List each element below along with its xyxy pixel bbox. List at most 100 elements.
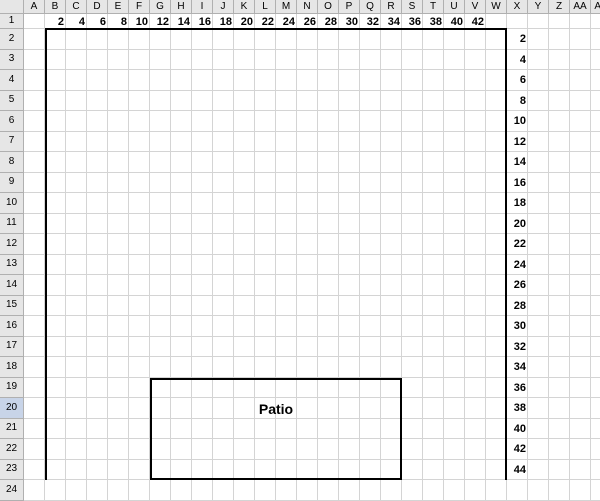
cell[interactable] [465, 378, 486, 399]
cell[interactable] [24, 152, 45, 173]
cell[interactable] [318, 337, 339, 358]
cell[interactable] [171, 29, 192, 50]
cell[interactable] [192, 460, 213, 481]
cell[interactable] [318, 275, 339, 296]
axis-top-value[interactable]: 36 [402, 14, 423, 29]
row-header[interactable]: 3 [0, 50, 24, 71]
cell[interactable] [360, 132, 381, 153]
cell[interactable] [549, 193, 570, 214]
column-header[interactable]: F [129, 0, 150, 14]
cell[interactable] [318, 70, 339, 91]
column-header[interactable]: AB [591, 0, 600, 14]
cell[interactable] [171, 316, 192, 337]
cell[interactable] [213, 255, 234, 276]
cell[interactable] [276, 419, 297, 440]
cell[interactable] [528, 29, 549, 50]
axis-right-value[interactable]: 40 [507, 419, 528, 440]
cell[interactable] [24, 111, 45, 132]
cell[interactable] [234, 193, 255, 214]
cell[interactable] [570, 255, 591, 276]
cell[interactable] [528, 357, 549, 378]
cell[interactable] [129, 255, 150, 276]
cell[interactable] [360, 29, 381, 50]
cell[interactable] [570, 29, 591, 50]
cell[interactable] [591, 357, 600, 378]
row-header[interactable]: 10 [0, 193, 24, 214]
cell[interactable] [549, 337, 570, 358]
cell[interactable] [87, 296, 108, 317]
cell[interactable] [45, 70, 66, 91]
cell[interactable] [150, 316, 171, 337]
cell[interactable] [108, 419, 129, 440]
cell[interactable] [318, 378, 339, 399]
cell[interactable] [66, 173, 87, 194]
cell[interactable] [444, 132, 465, 153]
row-header[interactable]: 9 [0, 173, 24, 194]
cell[interactable] [402, 439, 423, 460]
cell[interactable] [591, 480, 600, 501]
cell[interactable] [192, 234, 213, 255]
cell[interactable] [234, 460, 255, 481]
cell[interactable] [45, 50, 66, 71]
cell[interactable] [339, 255, 360, 276]
cell[interactable] [24, 357, 45, 378]
axis-right-value[interactable]: 18 [507, 193, 528, 214]
cell[interactable] [486, 70, 507, 91]
cell[interactable] [297, 357, 318, 378]
cell[interactable] [339, 357, 360, 378]
cell[interactable] [45, 234, 66, 255]
cell[interactable] [381, 234, 402, 255]
cell[interactable] [360, 419, 381, 440]
cell[interactable] [402, 275, 423, 296]
cell[interactable] [549, 419, 570, 440]
cell[interactable] [297, 439, 318, 460]
cell[interactable] [423, 214, 444, 235]
cell[interactable] [66, 296, 87, 317]
row-header[interactable]: 14 [0, 275, 24, 296]
cell[interactable] [444, 50, 465, 71]
cell[interactable] [129, 152, 150, 173]
cell[interactable] [402, 337, 423, 358]
cell[interactable] [318, 50, 339, 71]
cell[interactable] [276, 29, 297, 50]
cell[interactable] [339, 29, 360, 50]
cell[interactable] [444, 91, 465, 112]
cell[interactable] [570, 132, 591, 153]
cell[interactable] [234, 214, 255, 235]
cell[interactable] [381, 419, 402, 440]
cell[interactable] [444, 70, 465, 91]
cell[interactable] [24, 275, 45, 296]
cell[interactable] [570, 296, 591, 317]
axis-top-value[interactable]: 22 [255, 14, 276, 29]
cell[interactable] [234, 480, 255, 501]
row-header[interactable]: 4 [0, 70, 24, 91]
cell[interactable] [591, 275, 600, 296]
cell[interactable] [465, 193, 486, 214]
axis-right-value[interactable]: 10 [507, 111, 528, 132]
cell[interactable] [360, 316, 381, 337]
cell[interactable] [234, 275, 255, 296]
cell[interactable] [570, 337, 591, 358]
cell[interactable] [192, 152, 213, 173]
cell[interactable] [423, 91, 444, 112]
cell[interactable] [423, 193, 444, 214]
cell[interactable] [234, 173, 255, 194]
cell[interactable] [423, 480, 444, 501]
axis-right-value[interactable]: 6 [507, 70, 528, 91]
cell[interactable] [402, 214, 423, 235]
cell[interactable] [24, 316, 45, 337]
cell[interactable] [591, 70, 600, 91]
cell[interactable] [108, 296, 129, 317]
cell[interactable] [318, 296, 339, 317]
cell[interactable] [108, 439, 129, 460]
cell[interactable] [444, 214, 465, 235]
cell[interactable] [528, 255, 549, 276]
cell[interactable] [45, 152, 66, 173]
cell[interactable] [570, 378, 591, 399]
cell[interactable] [528, 50, 549, 71]
cell[interactable] [150, 460, 171, 481]
cell[interactable] [465, 296, 486, 317]
cell[interactable] [129, 111, 150, 132]
cell[interactable] [486, 234, 507, 255]
axis-top-value[interactable]: 38 [423, 14, 444, 29]
